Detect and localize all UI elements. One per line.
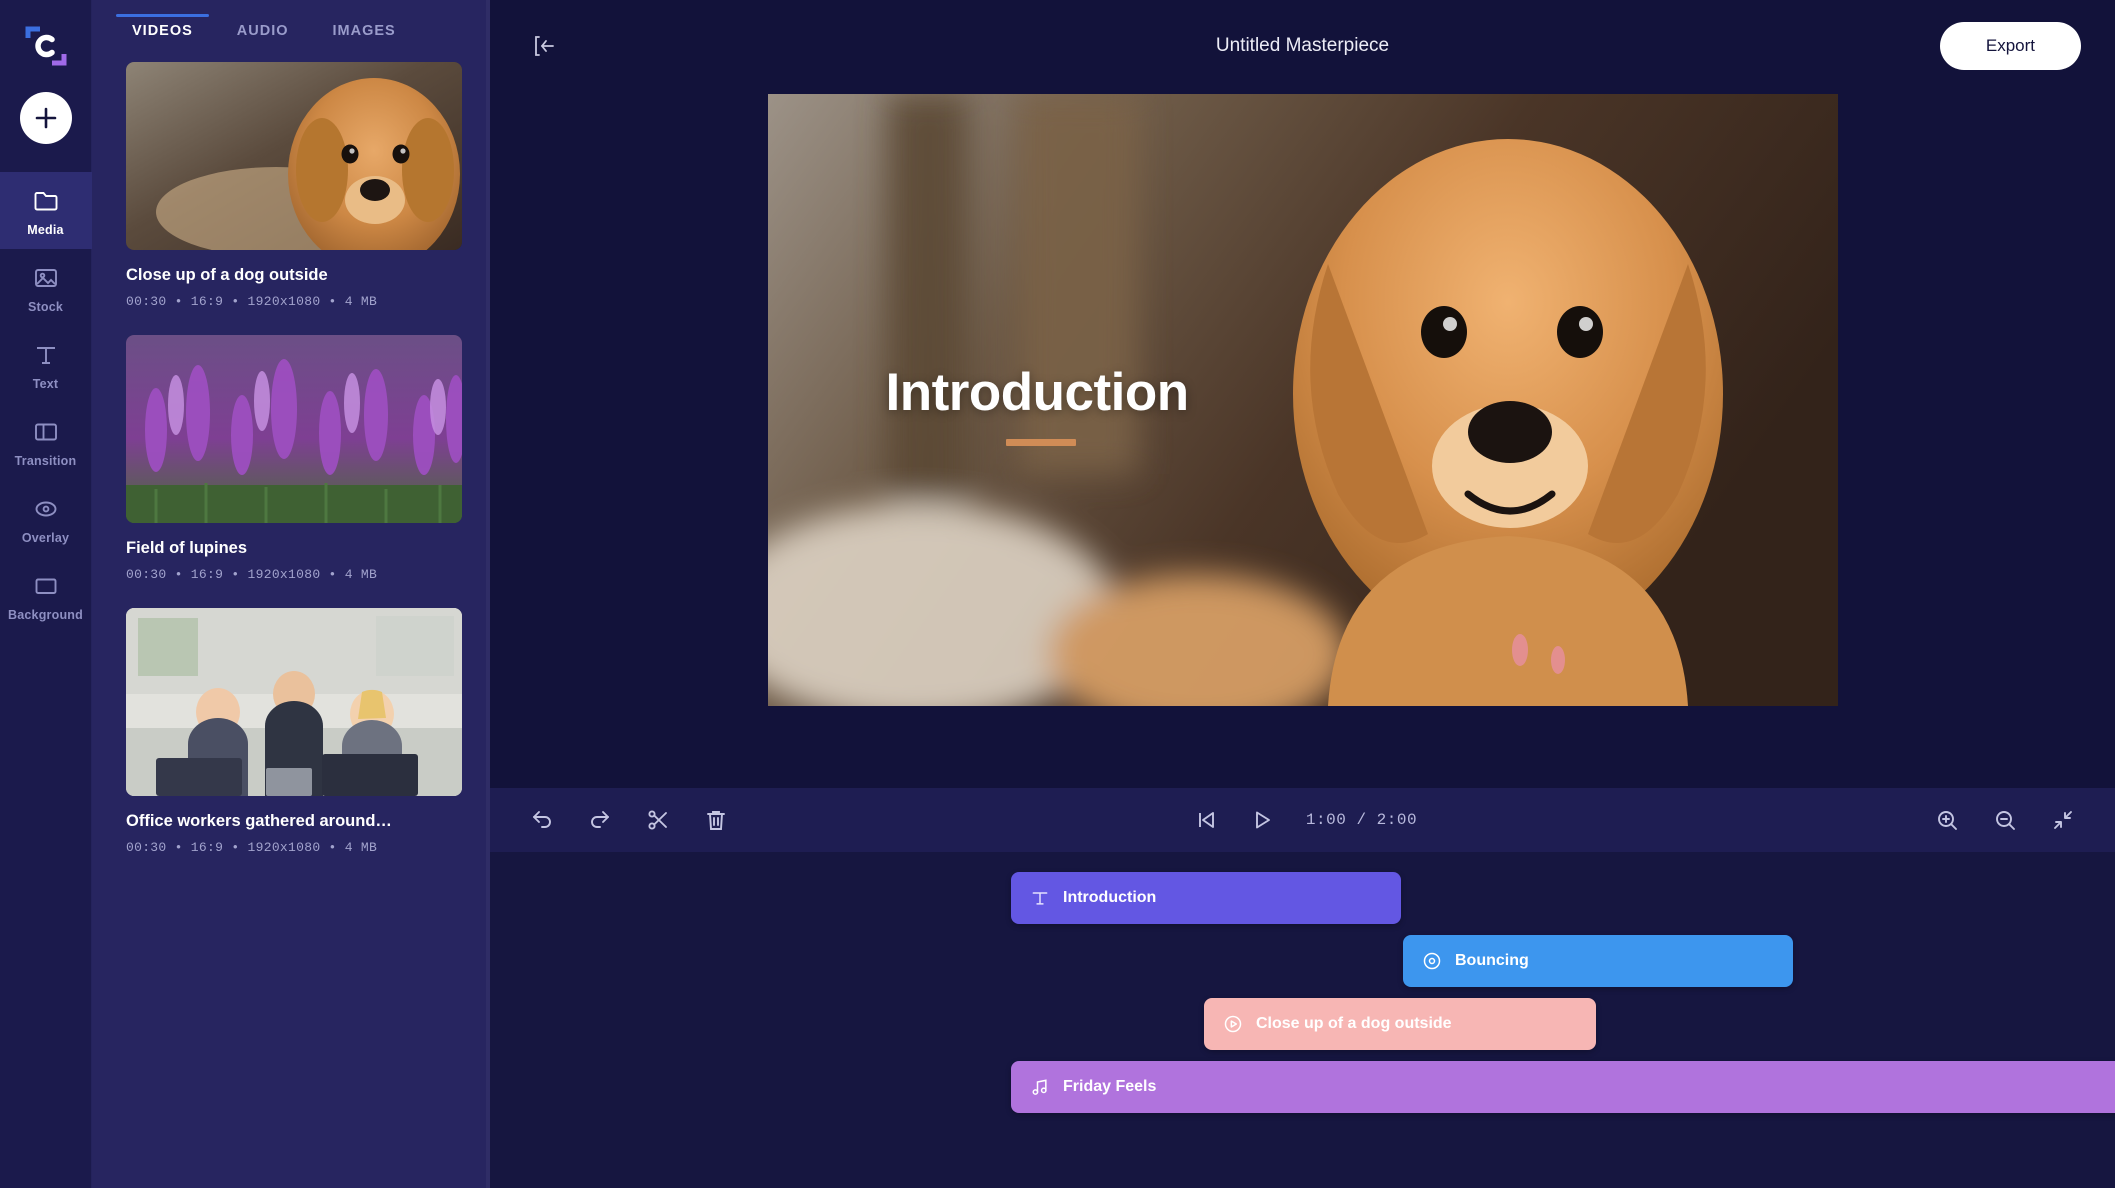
overlay-icon xyxy=(1421,950,1443,972)
media-item-meta: 00:30 • 16:9 • 1920x1080 • 4 MB xyxy=(126,840,378,855)
sidebar-item-stock[interactable]: Stock xyxy=(0,249,92,326)
overlay-icon xyxy=(33,496,59,522)
tab-videos[interactable]: VIDEOS xyxy=(110,0,215,62)
current-time: 1:00 xyxy=(1305,811,1347,829)
sidebar-item-background[interactable]: Background xyxy=(0,557,92,634)
music-icon xyxy=(1029,1076,1051,1098)
clipchamp-logo xyxy=(0,0,92,92)
sidebar-label-media: Media xyxy=(27,223,64,237)
transition-icon xyxy=(33,419,59,445)
main-area: Untitled Masterpiece Export Introduction… xyxy=(490,0,2115,1188)
background-icon xyxy=(33,573,59,599)
dog-thumbnail xyxy=(126,62,462,250)
tab-audio[interactable]: AUDIO xyxy=(215,0,311,62)
text-icon xyxy=(33,342,59,368)
sidebar-label-transition: Transition xyxy=(14,454,77,468)
skip-to-start-button[interactable] xyxy=(1188,802,1224,838)
image-icon xyxy=(33,265,59,291)
timeline-clip-label: Friday Feels xyxy=(1063,1078,1157,1095)
split-button[interactable] xyxy=(640,802,676,838)
media-item-title: Close up of a dog outside xyxy=(126,266,328,284)
tab-images[interactable]: IMAGES xyxy=(311,0,418,62)
tab-images-label: IMAGES xyxy=(332,23,396,39)
sidebar-label-overlay: Overlay xyxy=(21,531,70,545)
timeline: 1:00 / 2:00 Introduction Bouncing Close … xyxy=(490,788,2115,1188)
sidebar-label-text: Text xyxy=(32,377,59,391)
left-icon-rail: Media Stock Text Transition Overlay Back… xyxy=(0,0,92,1188)
timeline-clip-label: Introduction xyxy=(1063,889,1157,906)
preview-stage: Introduction xyxy=(767,94,1838,706)
timeline-clip-video[interactable]: Close up of a dog outside xyxy=(1204,998,1596,1050)
preview-overlay-title: Introduction xyxy=(885,363,1190,422)
export-button[interactable]: Export xyxy=(1939,22,2081,70)
sidebar-item-text[interactable]: Text xyxy=(0,326,92,403)
redo-button[interactable] xyxy=(582,802,618,838)
media-item-meta: 00:30 • 16:9 • 1920x1080 • 4 MB xyxy=(126,294,378,309)
media-item-meta: 00:30 • 16:9 • 1920x1080 • 4 MB xyxy=(126,567,378,582)
timeline-clip-label: Bouncing xyxy=(1455,952,1529,969)
zoom-out-button[interactable] xyxy=(1987,802,2023,838)
timeline-tracks: Introduction Bouncing Close up of a dog … xyxy=(490,852,2115,1188)
time-readout: 1:00 / 2:00 xyxy=(1306,811,1417,829)
fit-to-screen-button[interactable] xyxy=(2045,802,2081,838)
media-item-list: Close up of a dog outside 00:30 • 16:9 •… xyxy=(92,62,490,1188)
total-time: 2:00 xyxy=(1376,811,1418,829)
edit-tools xyxy=(524,802,734,838)
time-separator: / xyxy=(1356,811,1367,829)
timeline-clip-text[interactable]: Introduction xyxy=(1011,872,1401,924)
timeline-clip-effect[interactable]: Bouncing xyxy=(1403,935,1793,987)
video-editor-app: Media Stock Text Transition Overlay Back… xyxy=(0,0,2115,1188)
media-item[interactable]: Field of lupines 00:30 • 16:9 • 1920x108… xyxy=(126,335,462,582)
add-media-button[interactable] xyxy=(19,92,72,144)
media-tabs: VIDEOS AUDIO IMAGES xyxy=(92,0,490,62)
office-thumbnail xyxy=(126,608,462,796)
media-item-title: Office workers gathered around… xyxy=(126,812,392,830)
media-item[interactable]: Office workers gathered around… 00:30 • … xyxy=(126,608,462,855)
sidebar-item-media[interactable]: Media xyxy=(0,172,92,249)
media-item[interactable]: Close up of a dog outside 00:30 • 16:9 •… xyxy=(126,62,462,309)
text-icon xyxy=(1029,887,1051,909)
preview-area: Introduction 16:9 xyxy=(490,92,2115,788)
tab-videos-label: VIDEOS xyxy=(132,23,193,39)
delete-button[interactable] xyxy=(698,802,734,838)
sidebar-label-stock: Stock xyxy=(27,300,64,314)
timeline-clip-audio[interactable]: Friday Feels xyxy=(1011,1061,2115,1113)
page-title: Untitled Masterpiece xyxy=(1215,35,1390,56)
timeline-clip-label: Close up of a dog outside xyxy=(1256,1015,1452,1032)
collapse-panel-icon[interactable] xyxy=(524,26,564,66)
folder-icon xyxy=(33,188,59,214)
lupines-thumbnail xyxy=(126,335,462,523)
sidebar-label-background: Background xyxy=(8,608,83,622)
sidebar-item-overlay[interactable]: Overlay xyxy=(0,480,92,557)
tab-audio-label: AUDIO xyxy=(236,23,289,39)
timeline-toolbar: 1:00 / 2:00 xyxy=(490,788,2115,852)
play-icon xyxy=(1222,1013,1244,1035)
top-bar: Untitled Masterpiece Export xyxy=(490,0,2115,92)
zoom-in-button[interactable] xyxy=(1929,802,1965,838)
media-item-title: Field of lupines xyxy=(126,539,248,557)
media-library-panel: VIDEOS AUDIO IMAGES Close up of a dog ou… xyxy=(92,0,490,1188)
play-button[interactable] xyxy=(1244,802,1280,838)
undo-button[interactable] xyxy=(524,802,560,838)
zoom-controls xyxy=(1929,802,2081,838)
sidebar-item-transition[interactable]: Transition xyxy=(0,403,92,480)
preview-accent-rule xyxy=(1005,439,1076,446)
